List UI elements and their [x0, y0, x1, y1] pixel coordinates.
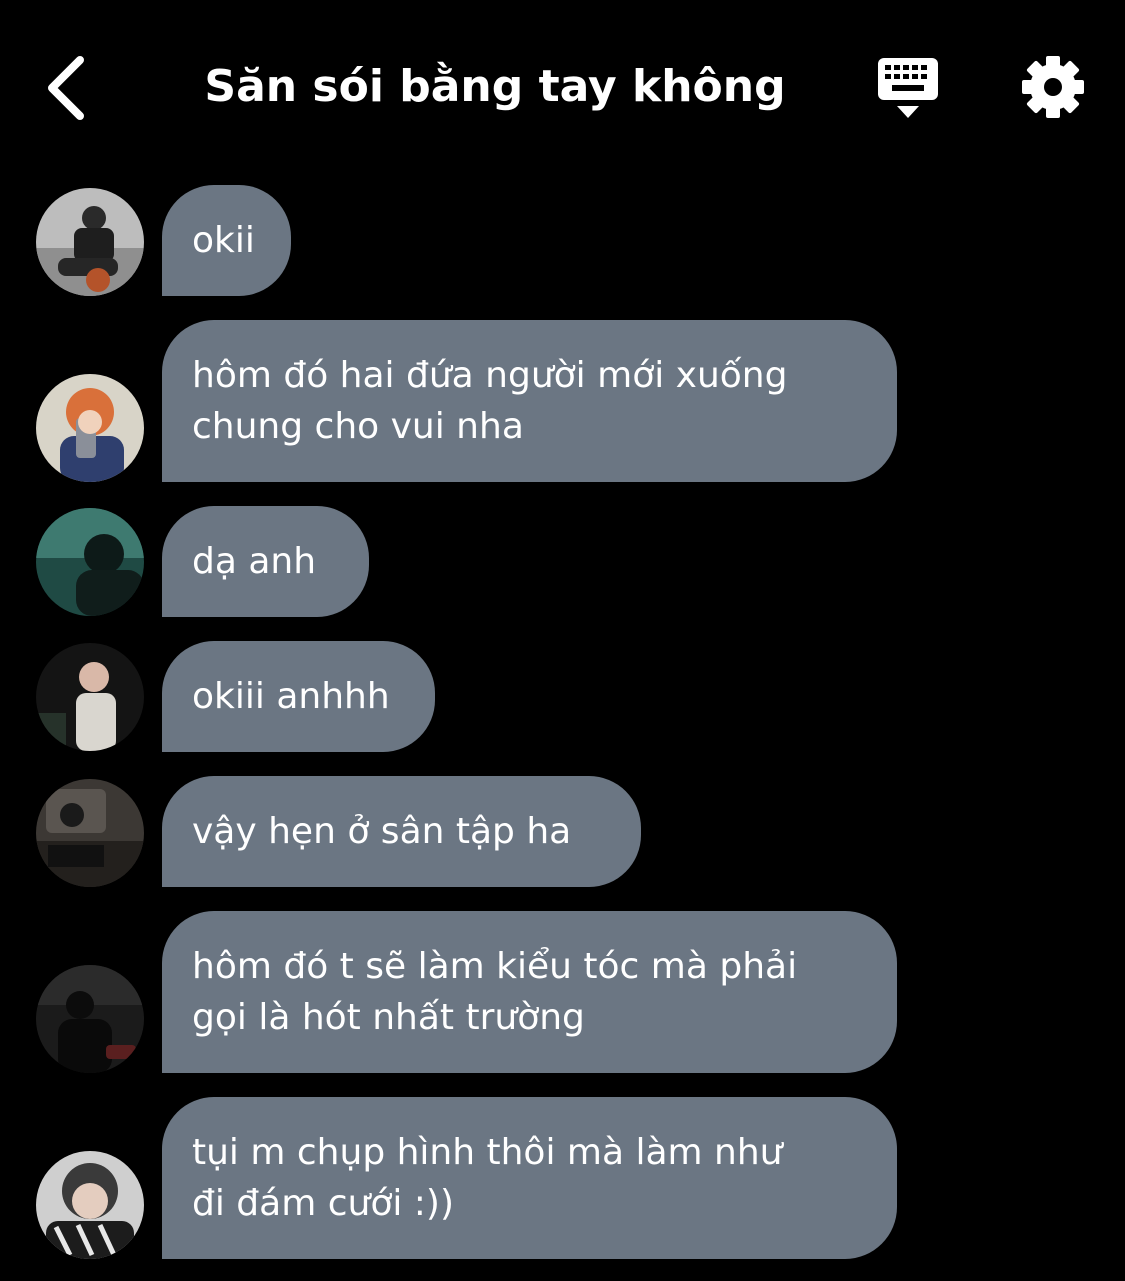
keyboard-hide-icon: [878, 58, 938, 118]
message-bubble[interactable]: dạ anh: [162, 506, 369, 617]
avatar[interactable]: [36, 643, 144, 751]
message-bubble[interactable]: okii: [162, 185, 291, 296]
avatar[interactable]: [36, 374, 144, 482]
message-bubble[interactable]: okiii anhhh: [162, 641, 435, 752]
avatar[interactable]: [36, 188, 144, 296]
chat-header: Săn sói bằng tay không: [0, 0, 1125, 170]
avatar[interactable]: [36, 508, 144, 616]
message-bubble[interactable]: vậy hẹn ở sân tập ha: [162, 776, 641, 887]
avatar[interactable]: [36, 1151, 144, 1259]
settings-button[interactable]: [1018, 52, 1088, 122]
message-bubble[interactable]: hôm đó hai đứa người mới xuống chung cho…: [162, 320, 897, 482]
message-bubble[interactable]: hôm đó t sẽ làm kiểu tóc mà phải gọi là …: [162, 911, 897, 1073]
back-button[interactable]: [36, 50, 100, 126]
message-bubble[interactable]: tụi m chụp hình thôi mà làm như đi đám c…: [162, 1097, 897, 1259]
chat-title: Săn sói bằng tay không: [204, 61, 786, 112]
keyboard-toggle-button[interactable]: [872, 54, 944, 124]
chevron-left-icon: [48, 56, 84, 120]
avatar[interactable]: [36, 779, 144, 887]
avatar[interactable]: [36, 965, 144, 1073]
gear-icon: [1022, 56, 1084, 118]
